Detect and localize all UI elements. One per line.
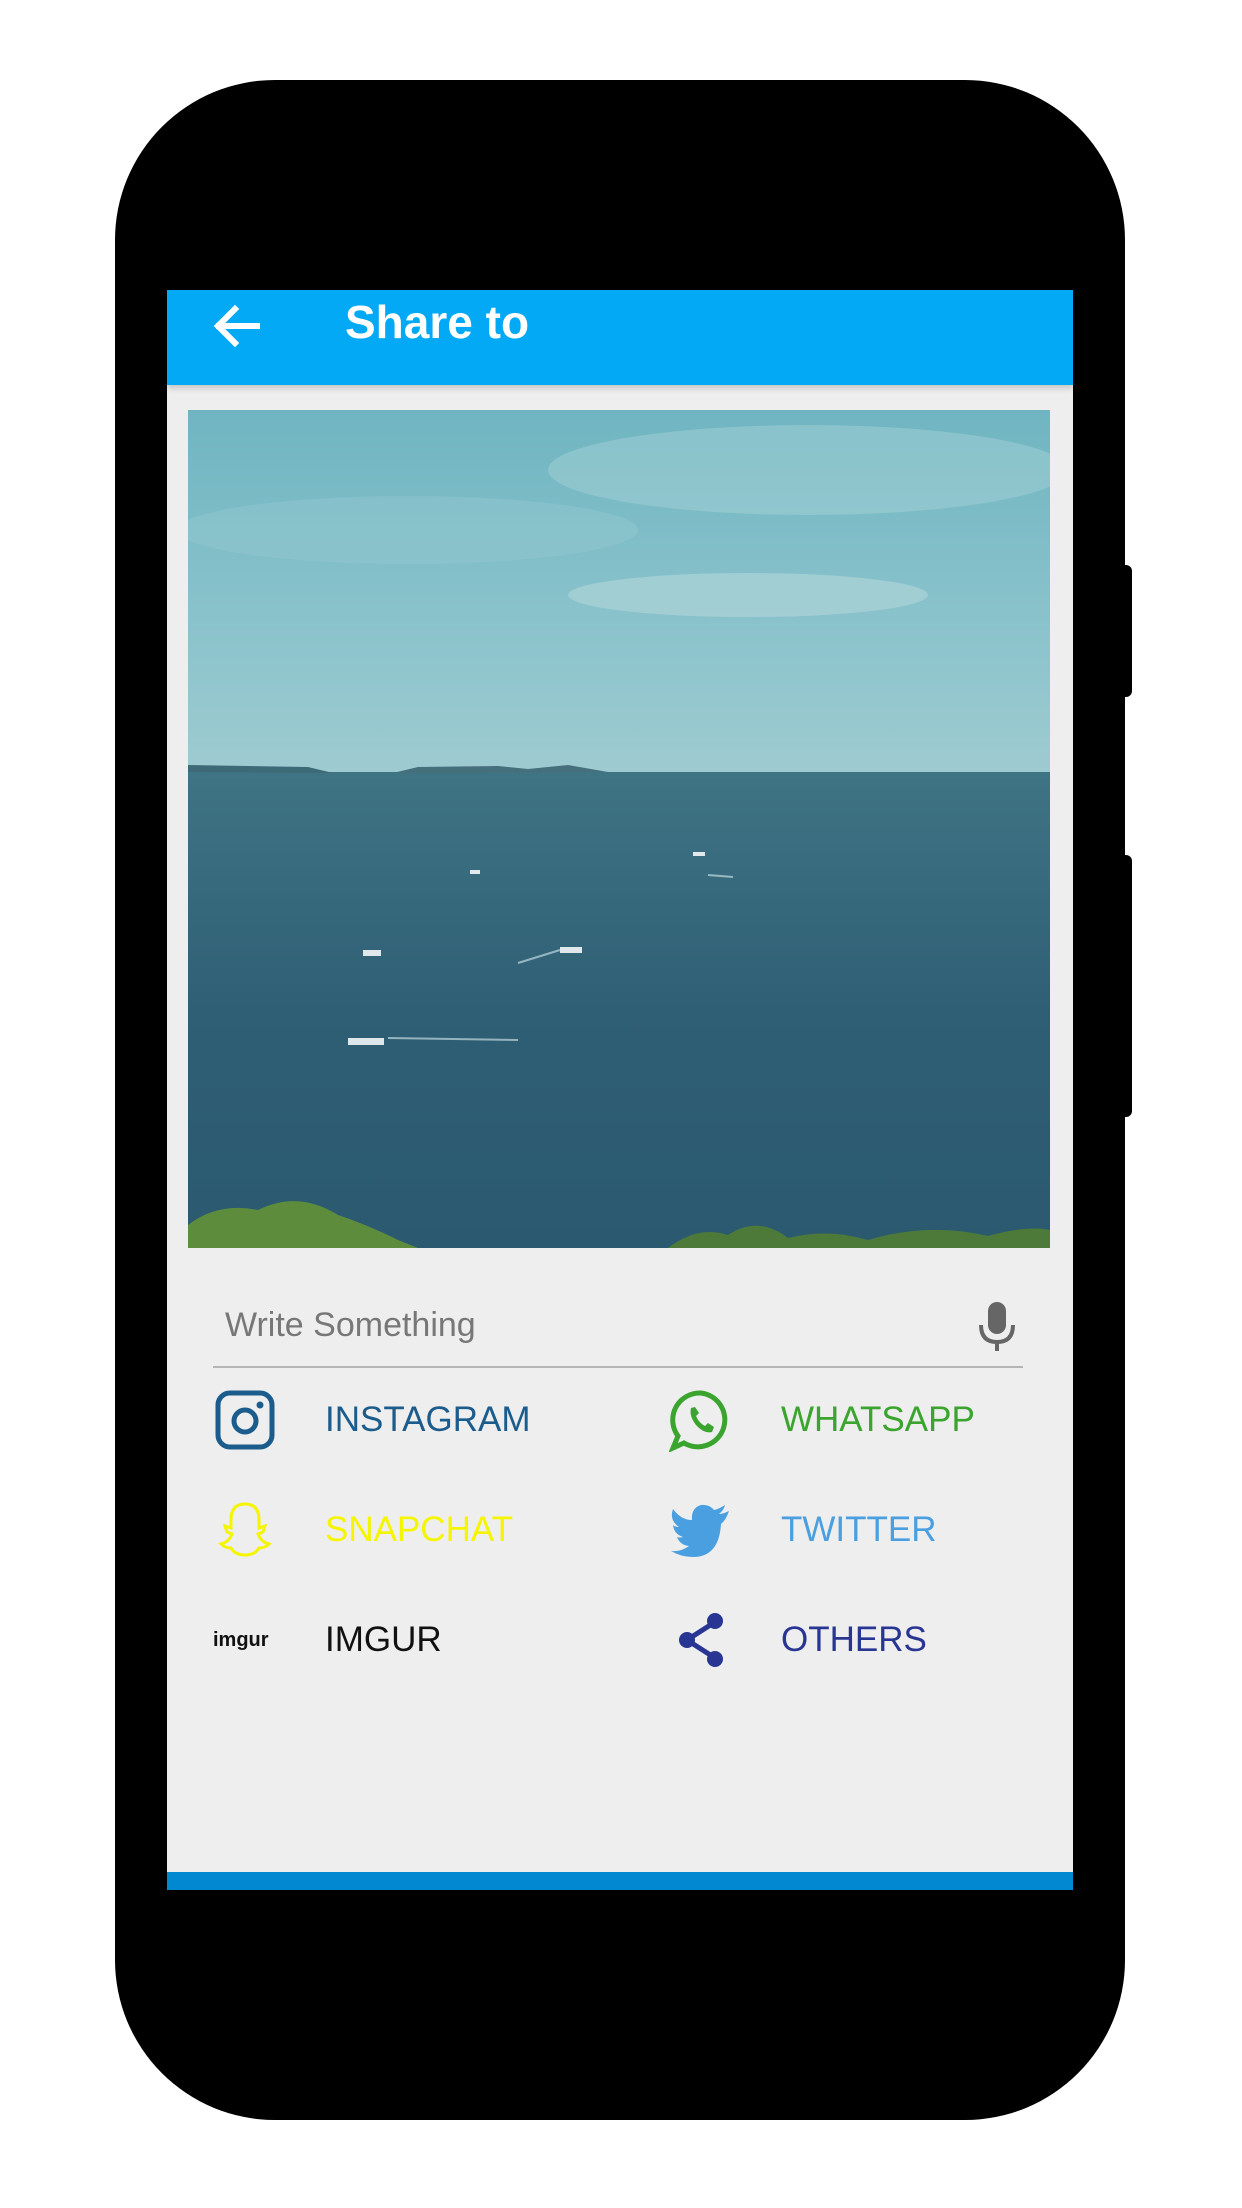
whatsapp-icon bbox=[669, 1390, 728, 1452]
phone-side-button bbox=[1118, 855, 1132, 1117]
twitter-icon bbox=[671, 1504, 729, 1557]
image-preview bbox=[188, 410, 1050, 1248]
caption-field[interactable] bbox=[213, 1290, 1023, 1368]
bottom-accent-bar bbox=[167, 1872, 1073, 1890]
share-option-label: TWITTER bbox=[781, 1510, 937, 1549]
back-button[interactable] bbox=[207, 296, 267, 356]
share-option-label: OTHERS bbox=[781, 1620, 927, 1659]
page-title: Share to bbox=[345, 296, 530, 348]
caption-input[interactable] bbox=[213, 1290, 965, 1360]
share-option-label: SNAPCHAT bbox=[325, 1510, 513, 1549]
share-option-label: IMGUR bbox=[325, 1620, 442, 1659]
instagram-icon bbox=[215, 1390, 275, 1450]
sea-landscape-photo bbox=[188, 410, 1050, 1248]
share-option-label: WHATSAPP bbox=[781, 1400, 975, 1439]
app-bar: Share to bbox=[167, 290, 1073, 385]
share-option-imgur[interactable]: imgur IMGUR bbox=[213, 1598, 633, 1678]
app-screen: Share to Write Something INSTAGRAM WHATS… bbox=[167, 290, 1073, 1890]
arrow-left-icon bbox=[213, 304, 260, 348]
share-option-twitter[interactable]: TWITTER bbox=[669, 1488, 1073, 1568]
share-option-instagram[interactable]: INSTAGRAM bbox=[213, 1378, 633, 1458]
share-option-snapchat[interactable]: SNAPCHAT bbox=[213, 1488, 633, 1568]
share-option-whatsapp[interactable]: WHATSAPP bbox=[669, 1378, 1073, 1458]
microphone-icon bbox=[979, 1302, 1015, 1351]
phone-side-button bbox=[1118, 565, 1132, 697]
imgur-logo-text: imgur bbox=[213, 1629, 269, 1651]
share-icon bbox=[679, 1613, 723, 1667]
share-option-label: INSTAGRAM bbox=[325, 1400, 531, 1439]
voice-input-button[interactable] bbox=[975, 1300, 1019, 1354]
imgur-logo: imgur bbox=[213, 1629, 269, 1651]
share-option-others[interactable]: OTHERS bbox=[669, 1598, 1073, 1678]
snapchat-icon bbox=[218, 1502, 272, 1557]
